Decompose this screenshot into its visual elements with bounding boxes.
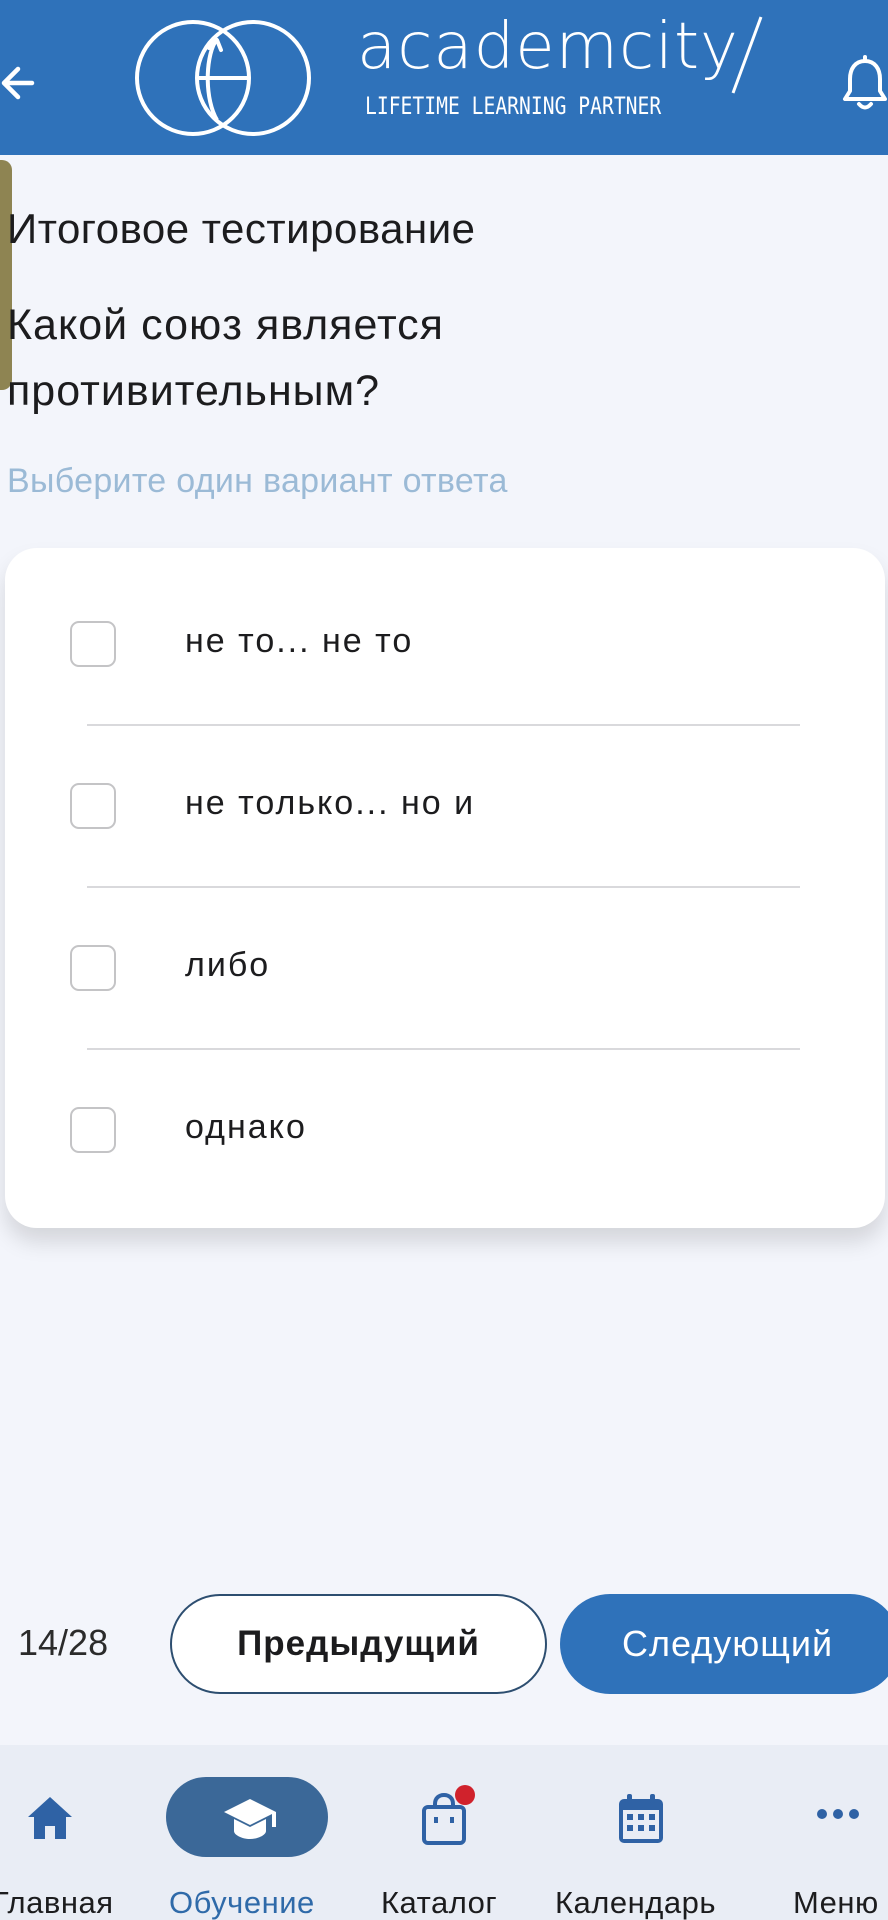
nav-item-home[interactable]: Главная [0, 1745, 130, 1920]
catalog-badge-dot [455, 1785, 475, 1805]
back-button[interactable] [0, 58, 40, 108]
graduation-cap-icon [224, 1799, 276, 1839]
nav-item-catalog[interactable]: Каталог [370, 1745, 510, 1920]
bottom-navigation: Главная Обучение Каталог Календарь Меню [0, 1745, 888, 1920]
notifications-button[interactable] [842, 55, 888, 115]
previous-button[interactable]: Предыдущий [170, 1594, 547, 1694]
page-title: Итоговое тестирование [7, 205, 476, 252]
answer-option[interactable]: не то... не то [5, 548, 885, 710]
answer-option-label: однако [185, 1108, 307, 1146]
brand-tagline: LIFETIME LEARNING PARTNER [365, 92, 662, 120]
answer-checkbox[interactable] [70, 1107, 116, 1153]
brand-logo: academcity LIFETIME LEARNING PARTNER [125, 10, 775, 145]
answer-option-label: не только... но и [185, 784, 476, 822]
nav-item-calendar[interactable]: Календарь [545, 1745, 735, 1920]
answer-option-label: не то... не то [185, 622, 414, 660]
nav-label-menu: Меню [793, 1885, 879, 1920]
bell-icon [843, 55, 887, 110]
logo-slash-icon [731, 16, 763, 94]
logo-mark-icon [135, 20, 311, 136]
nav-label-home: Главная [0, 1885, 114, 1920]
answer-checkbox[interactable] [70, 621, 116, 667]
answer-option[interactable]: либо [5, 872, 885, 1034]
nav-item-menu[interactable]: Меню [780, 1745, 888, 1920]
calendar-icon [619, 1794, 663, 1843]
answer-hint: Выберите один вариант ответа [7, 462, 508, 500]
home-icon [28, 1797, 72, 1839]
arrow-left-icon [1, 66, 35, 100]
nav-item-learning[interactable]: Обучение [150, 1745, 350, 1920]
nav-label-calendar: Календарь [555, 1885, 716, 1920]
answer-option[interactable]: не только... но и [5, 710, 885, 872]
answer-checkbox[interactable] [70, 783, 116, 829]
more-dots-icon [817, 1809, 859, 1819]
question-text: Какой союз является противительным? [7, 301, 444, 415]
answer-option-label: либо [185, 946, 271, 984]
brand-name: academcity [357, 10, 739, 84]
answer-option[interactable]: однако [5, 1034, 885, 1196]
nav-label-learning: Обучение [169, 1885, 315, 1920]
question-counter: 14/28 [18, 1622, 109, 1663]
answer-options-card: не то... не то не только... но и либо од… [5, 548, 885, 1228]
answer-checkbox[interactable] [70, 945, 116, 991]
nav-label-catalog: Каталог [381, 1885, 498, 1920]
app-header: academcity LIFETIME LEARNING PARTNER [0, 0, 888, 155]
next-button[interactable]: Следующий [560, 1594, 888, 1694]
